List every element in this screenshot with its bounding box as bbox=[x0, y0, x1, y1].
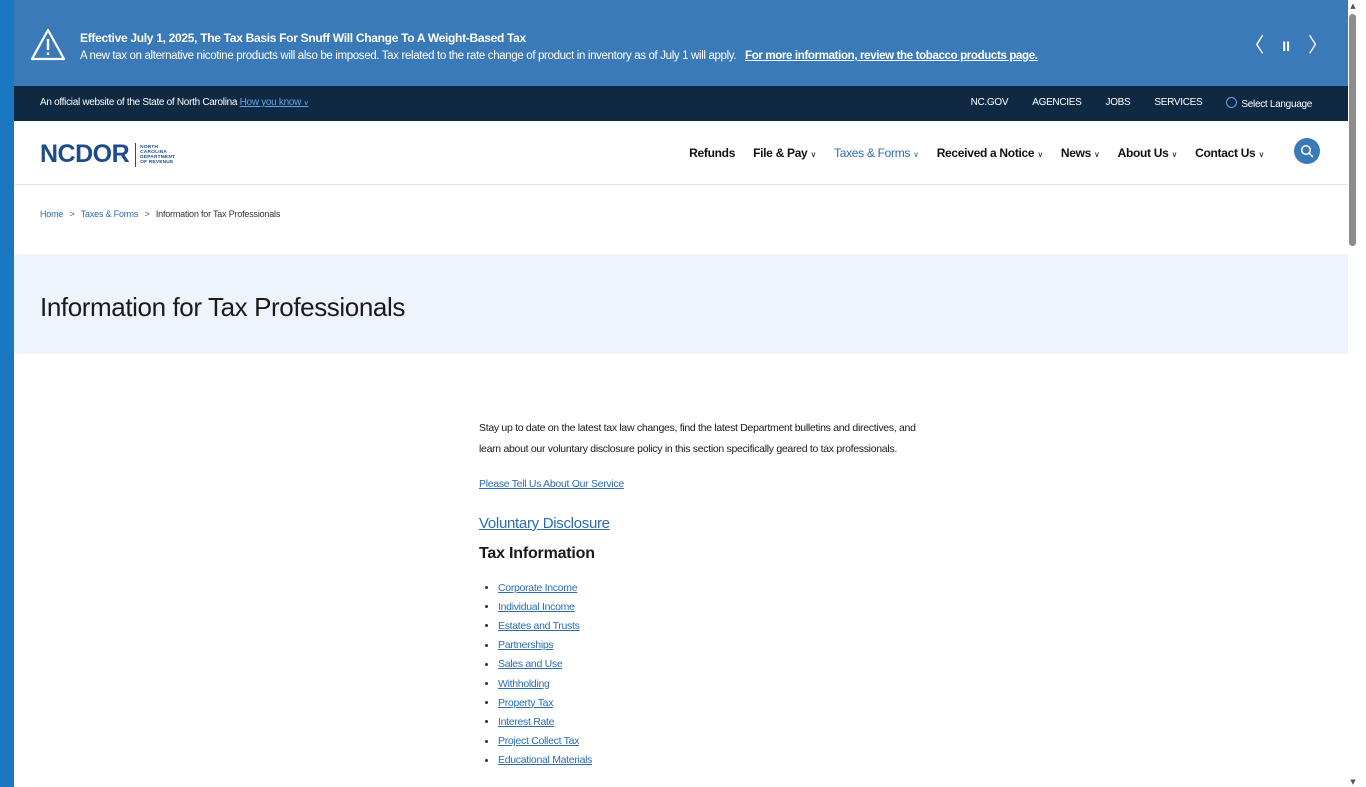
logo-subtitle: NORTH CAROLINA DEPARTMENT OF REVENUE bbox=[140, 144, 176, 165]
official-links: NC.GOV AGENCIES JOBS SERVICES Select Lan… bbox=[971, 97, 1312, 110]
jobs-link[interactable]: JOBS bbox=[1106, 97, 1131, 110]
main-content: Stay up to date on the latest tax law ch… bbox=[479, 418, 919, 766]
educational-materials-link[interactable]: Educational Materials bbox=[498, 754, 592, 766]
scrollbar-thumb[interactable] bbox=[1349, 14, 1356, 246]
list-item: Sales and Use bbox=[479, 655, 592, 674]
previous-alert-button[interactable]: 〈 bbox=[1244, 36, 1264, 56]
bullet bbox=[485, 624, 488, 628]
project-collect-tax-link[interactable]: Project Collect Tax bbox=[498, 735, 579, 747]
bullet bbox=[485, 605, 488, 609]
list-item: Estates and Trusts bbox=[479, 616, 592, 635]
alert-body: A new tax on alternative nicotine produc… bbox=[80, 50, 1038, 62]
chevron-down-icon: ∨ bbox=[1171, 150, 1178, 159]
bullet bbox=[485, 739, 488, 743]
vertical-scrollbar[interactable]: ▲ ▼ bbox=[1348, 0, 1366, 787]
bullet bbox=[485, 701, 488, 705]
warning-icon bbox=[30, 28, 66, 61]
list-item: Project Collect Tax bbox=[479, 732, 592, 751]
scroll-down-icon[interactable]: ▼ bbox=[1348, 778, 1358, 786]
bullet bbox=[485, 662, 488, 666]
breadcrumb-home[interactable]: Home bbox=[40, 209, 63, 219]
list-item: Individual Income bbox=[479, 597, 592, 616]
services-link[interactable]: SERVICES bbox=[1154, 97, 1202, 110]
nav-about-us[interactable]: About Us ∨ bbox=[1118, 146, 1178, 160]
ncgov-link[interactable]: NC.GOV bbox=[971, 97, 1009, 110]
bullet bbox=[485, 720, 488, 724]
logo-divider bbox=[135, 142, 137, 167]
voluntary-disclosure-link[interactable]: Voluntary Disclosure bbox=[479, 515, 610, 532]
nav-taxes-forms[interactable]: Taxes & Forms ∨ bbox=[834, 146, 919, 160]
search-icon bbox=[1300, 144, 1314, 158]
nav-refunds[interactable]: Refunds bbox=[689, 146, 735, 160]
list-item: Withholding bbox=[479, 674, 592, 693]
chevron-down-icon: ∨ bbox=[1258, 150, 1264, 159]
interest-rate-link[interactable]: Interest Rate bbox=[498, 716, 555, 728]
list-item: Corporate Income bbox=[479, 578, 592, 597]
alert-banner: Effective July 1, 2025, The Tax Basis Fo… bbox=[14, 0, 1348, 86]
intro-text-line-2: learn about our voluntary disclosure pol… bbox=[479, 443, 897, 455]
agencies-link[interactable]: AGENCIES bbox=[1032, 97, 1082, 110]
bullet bbox=[485, 586, 488, 590]
nav-received-notice[interactable]: Received a Notice ∨ bbox=[937, 146, 1043, 160]
page-hero: Information for Tax Professionals bbox=[14, 254, 1348, 354]
estates-trusts-link[interactable]: Estates and Trusts bbox=[498, 620, 580, 632]
individual-income-link[interactable]: Individual Income bbox=[498, 601, 575, 613]
globe-icon bbox=[1226, 97, 1238, 108]
nav-news[interactable]: News ∨ bbox=[1061, 146, 1100, 160]
alert-controls: 〈 II 〉 bbox=[1244, 36, 1328, 56]
sales-use-link[interactable]: Sales and Use bbox=[498, 658, 563, 670]
breadcrumb: Home > Taxes & Forms > Information for T… bbox=[40, 209, 280, 219]
chevron-down-icon: ∨ bbox=[1094, 150, 1100, 159]
list-item: Partnerships bbox=[479, 636, 592, 655]
tax-information-list: Corporate Income Individual Income Estat… bbox=[479, 578, 592, 770]
official-site-text: An official website of the State of Nort… bbox=[40, 97, 238, 108]
withholding-link[interactable]: Withholding bbox=[498, 678, 550, 690]
list-item: Interest Rate bbox=[479, 712, 592, 731]
next-alert-button[interactable]: 〉 bbox=[1308, 36, 1328, 56]
survey-link[interactable]: Please Tell Us About Our Service bbox=[479, 478, 624, 490]
official-site-bar: An official website of the State of Nort… bbox=[14, 86, 1348, 121]
search-button[interactable] bbox=[1294, 138, 1320, 164]
nav-contact-us[interactable]: Contact Us ∨ bbox=[1195, 146, 1264, 160]
chevron-down-icon: ∨ bbox=[913, 150, 919, 159]
tax-information-heading: Tax Information bbox=[479, 545, 595, 562]
ncdor-logo[interactable]: NCDOR NORTH CAROLINA DEPARTMENT OF REVEN… bbox=[40, 140, 175, 169]
breadcrumb-taxes-forms[interactable]: Taxes & Forms bbox=[81, 209, 139, 219]
chevron-down-icon: ∨ bbox=[1037, 150, 1043, 159]
chevron-down-icon: ∨ bbox=[303, 100, 309, 107]
pause-alert-button[interactable]: II bbox=[1282, 36, 1290, 56]
page-title: Information for Tax Professionals bbox=[40, 292, 405, 322]
bullet bbox=[485, 758, 488, 762]
nav-file-pay[interactable]: File & Pay ∨ bbox=[753, 146, 816, 160]
intro-text-line-1: Stay up to date on the latest tax law ch… bbox=[479, 422, 916, 434]
scroll-up-icon[interactable]: ▲ bbox=[1348, 2, 1358, 10]
alert-body-text: A new tax on alternative nicotine produc… bbox=[80, 50, 737, 62]
tobacco-products-link[interactable]: For more information, review the tobacco… bbox=[745, 50, 1038, 62]
alert-title: Effective July 1, 2025, The Tax Basis Fo… bbox=[80, 31, 526, 45]
browser-viewport: Effective July 1, 2025, The Tax Basis Fo… bbox=[14, 0, 1348, 787]
property-tax-link[interactable]: Property Tax bbox=[498, 697, 553, 709]
how-you-know-link[interactable]: How you know ∨ bbox=[240, 97, 309, 108]
chevron-down-icon: ∨ bbox=[810, 150, 816, 159]
official-site-notice: An official website of the State of Nort… bbox=[40, 97, 309, 108]
partnerships-link[interactable]: Partnerships bbox=[498, 639, 554, 651]
bullet bbox=[485, 643, 488, 647]
breadcrumb-current: Information for Tax Professionals bbox=[155, 209, 281, 219]
list-item: Property Tax bbox=[479, 693, 592, 712]
corporate-income-link[interactable]: Corporate Income bbox=[498, 582, 578, 594]
list-item: Educational Materials bbox=[479, 751, 592, 770]
bullet bbox=[485, 682, 488, 686]
main-nav: Refunds File & Pay ∨ Taxes & Forms ∨ Recei… bbox=[689, 146, 1264, 160]
site-header: NCDOR NORTH CAROLINA DEPARTMENT OF REVEN… bbox=[14, 121, 1348, 185]
logo-wordmark: NCDOR bbox=[40, 140, 130, 168]
breadcrumb-separator: > bbox=[69, 209, 75, 219]
select-language-button[interactable]: Select Language bbox=[1226, 97, 1312, 110]
breadcrumb-separator: > bbox=[144, 209, 150, 219]
